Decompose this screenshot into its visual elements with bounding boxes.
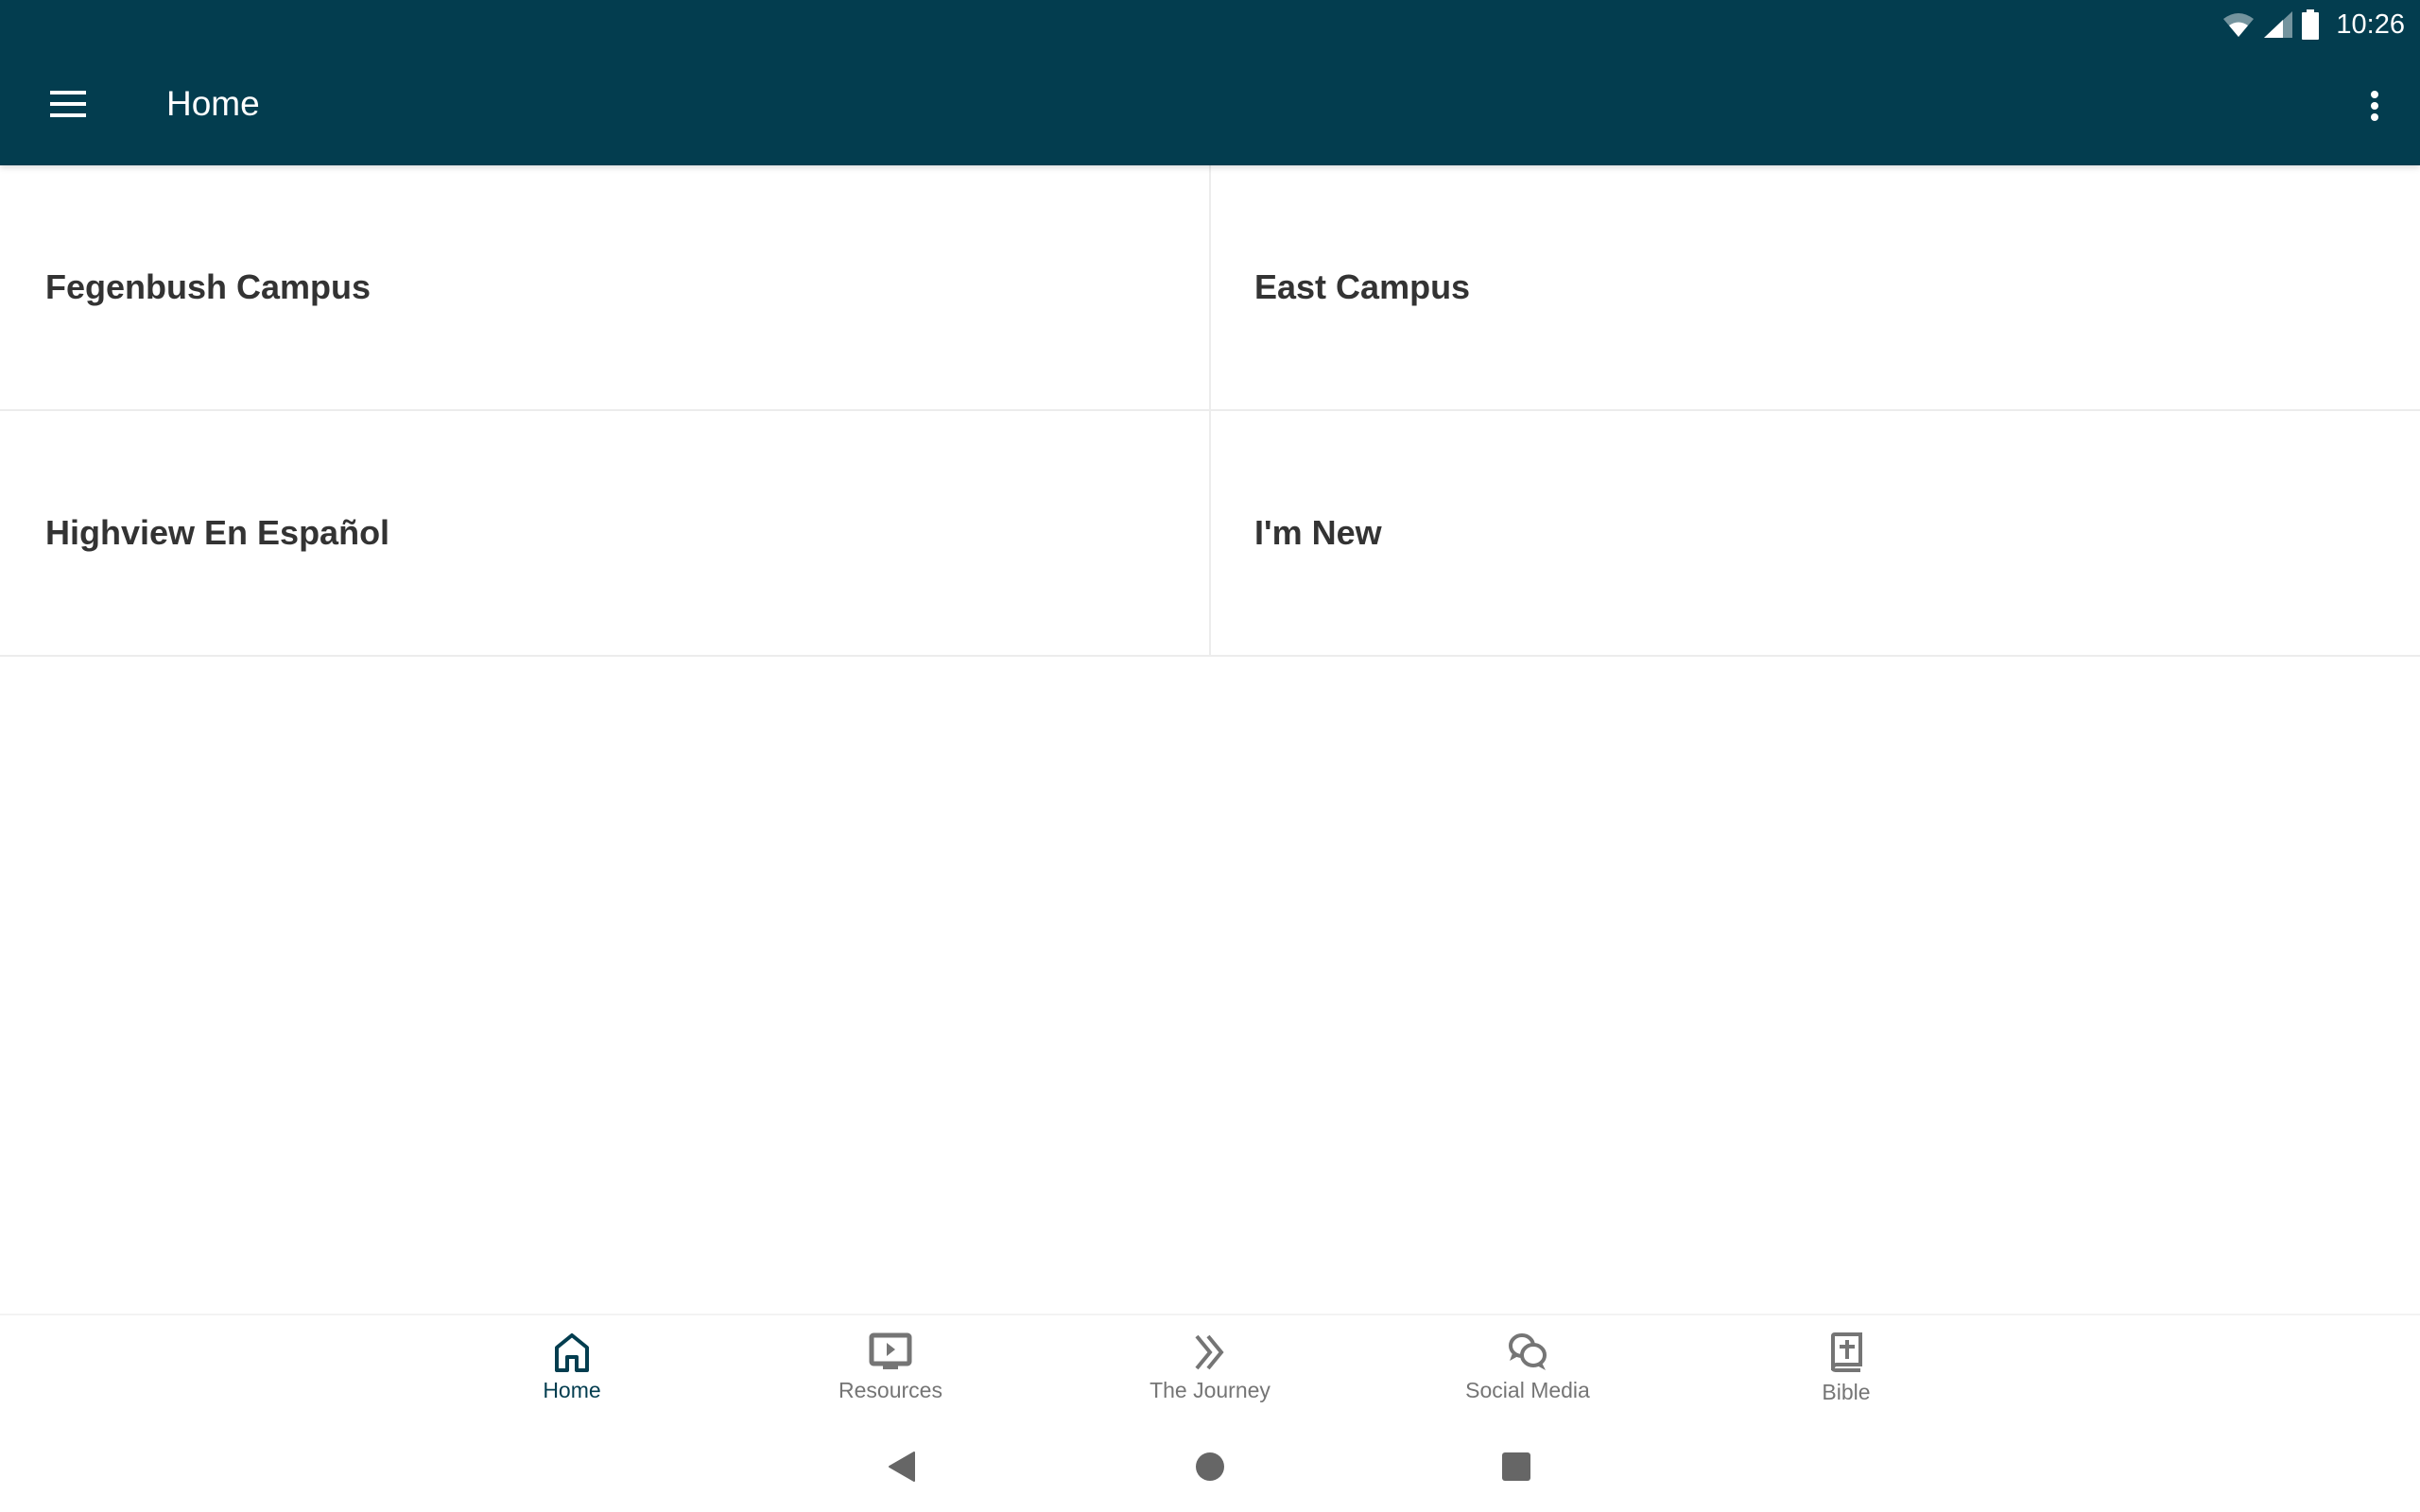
more-vert-icon — [2371, 91, 2378, 121]
nav-item-resources[interactable]: Resources — [796, 1332, 985, 1403]
tile-im-new[interactable]: I'm New — [1211, 411, 2420, 657]
status-bar: 10:26 — [2222, 6, 2405, 43]
tv-play-icon — [869, 1332, 912, 1369]
status-time: 10:26 — [2336, 9, 2405, 40]
cell-signal-icon — [2264, 11, 2293, 38]
tile-grid: Fegenbush Campus East Campus Highview En… — [0, 165, 2420, 657]
overflow-menu-button[interactable] — [2352, 76, 2397, 136]
tile-label: Highview En Español — [45, 513, 390, 552]
bottom-navigation: Home Resources The Journey Social Media — [0, 1314, 2420, 1419]
hamburger-menu-icon — [50, 91, 86, 117]
system-recents-button[interactable] — [1495, 1446, 1537, 1487]
nav-item-social-media[interactable]: Social Media — [1433, 1332, 1622, 1403]
nav-label: The Journey — [1150, 1378, 1270, 1402]
tile-label: East Campus — [1254, 267, 1471, 306]
tile-highview-en-espanol[interactable]: Highview En Español — [0, 411, 1211, 657]
home-icon — [555, 1333, 589, 1372]
system-navigation-bar — [0, 1419, 2420, 1512]
nav-item-home[interactable]: Home — [477, 1332, 666, 1403]
double-chevron-right-icon — [1195, 1334, 1224, 1370]
nav-label: Social Media — [1465, 1378, 1590, 1402]
chat-bubbles-icon — [1509, 1333, 1547, 1370]
tile-fegenbush-campus[interactable]: Fegenbush Campus — [0, 165, 1211, 411]
tile-label: I'm New — [1254, 513, 1382, 552]
recents-square-icon — [1502, 1452, 1530, 1481]
wifi-icon — [2223, 13, 2255, 37]
nav-label: Home — [543, 1378, 601, 1402]
home-circle-icon — [1196, 1452, 1224, 1481]
back-triangle-icon — [889, 1452, 915, 1482]
nav-label: Bible — [1822, 1380, 1871, 1404]
menu-button[interactable] — [38, 74, 98, 134]
system-back-button[interactable] — [881, 1446, 923, 1487]
app-bar: 10:26 Home — [0, 0, 2420, 165]
battery-icon — [2302, 9, 2320, 40]
nav-item-the-journey[interactable]: The Journey — [1115, 1332, 1305, 1403]
page-title: Home — [166, 84, 260, 123]
tile-label: Fegenbush Campus — [45, 267, 372, 306]
system-home-button[interactable] — [1189, 1446, 1231, 1487]
bible-icon — [1830, 1332, 1862, 1372]
nav-item-bible[interactable]: Bible — [1752, 1332, 1941, 1405]
tile-east-campus[interactable]: East Campus — [1211, 165, 2420, 411]
nav-label: Resources — [838, 1378, 942, 1402]
